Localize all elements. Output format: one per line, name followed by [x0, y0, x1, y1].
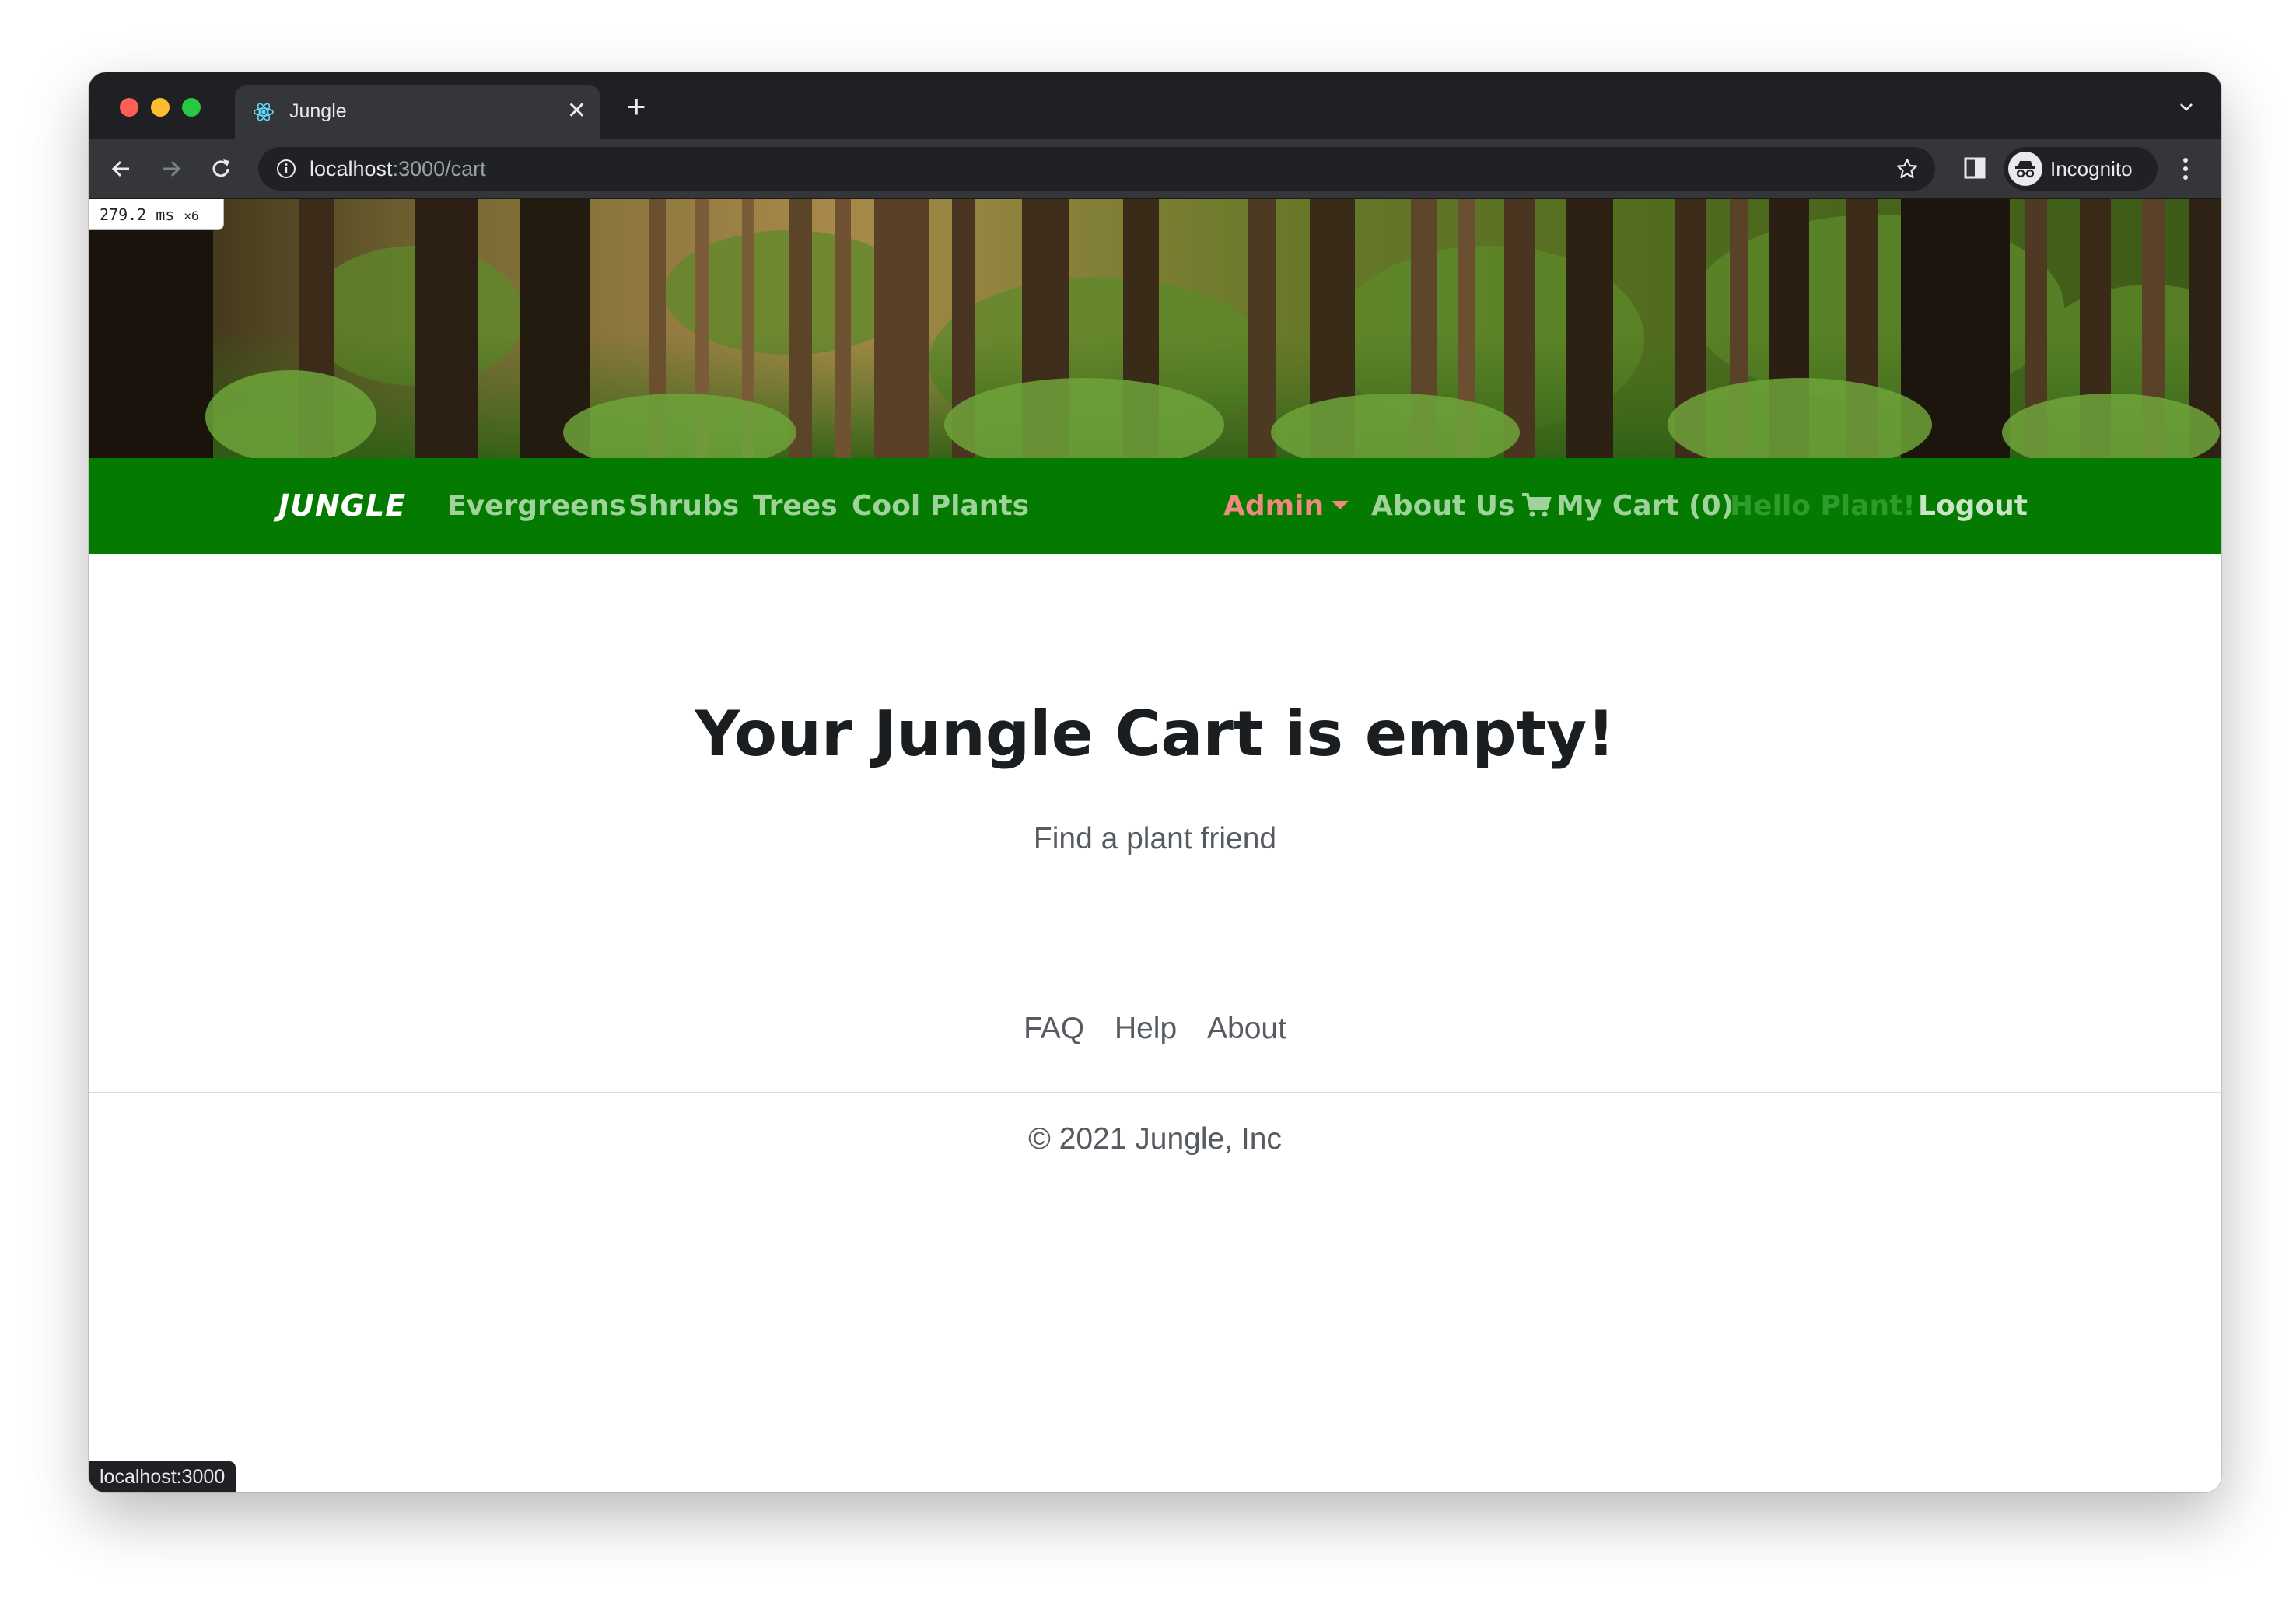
user-greeting: Hello Plant! — [1730, 490, 1916, 522]
reload-icon[interactable] — [207, 155, 235, 183]
url-host: localhost — [310, 157, 393, 180]
incognito-label: Incognito — [2050, 157, 2133, 180]
nav-link-trees[interactable]: Trees — [753, 489, 838, 523]
footer-divider — [89, 1092, 2221, 1093]
incognito-profile-button[interactable]: Incognito — [2004, 147, 2158, 191]
address-bar[interactable]: localhost:3000/cart — [258, 147, 1935, 191]
admin-dropdown-toggle[interactable]: Admin — [1223, 489, 1349, 523]
chevron-down-icon[interactable] — [2175, 96, 2198, 119]
timing-value: 279.2 ms — [100, 205, 175, 224]
link-hover-status: localhost:3000 — [89, 1461, 236, 1492]
page-subtitle: Find a plant friend — [1033, 822, 1277, 855]
tab-strip: Jungle ✕ + — [89, 72, 2221, 139]
info-icon[interactable] — [275, 158, 297, 180]
admin-label: Admin — [1223, 490, 1325, 522]
back-arrow-icon[interactable] — [107, 155, 135, 183]
nav-link-evergreens[interactable]: Evergreens — [447, 489, 626, 523]
page-viewport: 279.2 ms ×6 JUNGLE Evergreens Shrubs Tre… — [89, 199, 2221, 1492]
plus-icon[interactable]: + — [627, 89, 646, 124]
close-window-button[interactable] — [120, 98, 138, 117]
maximize-window-button[interactable] — [182, 98, 201, 117]
page-title: Your Jungle Cart is empty! — [695, 698, 1615, 770]
nav-link-shrubs[interactable]: Shrubs — [628, 489, 739, 523]
copyright-text: © 2021 Jungle, Inc — [1028, 1122, 1282, 1156]
main-navbar: JUNGLE Evergreens Shrubs Trees Cool Plan… — [89, 458, 2221, 554]
nav-link-cool-plants[interactable]: Cool Plants — [852, 489, 1029, 523]
forest-banner — [89, 199, 2221, 458]
kebab-menu-icon[interactable] — [2178, 153, 2193, 184]
react-icon — [254, 103, 274, 121]
my-cart-label: My Cart (0) — [1556, 490, 1734, 522]
tab-jungle[interactable]: Jungle ✕ — [235, 85, 600, 139]
brand-logo-link[interactable]: JUNGLE — [278, 488, 406, 523]
side-panel-icon[interactable] — [1962, 155, 1988, 181]
footer-link-help[interactable]: Help — [1115, 1012, 1177, 1045]
nav-link-my-cart[interactable]: My Cart (0) — [1521, 489, 1734, 523]
cart-icon — [1522, 493, 1552, 517]
incognito-icon — [2008, 152, 2042, 186]
browser-toolbar: localhost:3000/cart Incognito — [89, 139, 2221, 199]
forward-arrow-icon[interactable] — [157, 155, 185, 183]
render-timing-badge: 279.2 ms ×6 — [89, 199, 224, 230]
footer-links: FAQ Help About — [89, 1011, 2221, 1047]
minimize-window-button[interactable] — [151, 98, 170, 117]
timing-multiplier: ×6 — [184, 208, 199, 223]
close-icon[interactable]: ✕ — [567, 96, 586, 127]
url-text: localhost:3000/cart — [310, 156, 486, 181]
caret-down-icon — [1332, 500, 1349, 509]
browser-window: Jungle ✕ + localhost:3000/cart Incognito… — [89, 72, 2221, 1492]
footer-link-faq[interactable]: FAQ — [1024, 1012, 1084, 1045]
nav-link-about-us[interactable]: About Us — [1371, 489, 1514, 523]
url-path: :3000/cart — [392, 157, 486, 180]
star-icon[interactable] — [1895, 156, 1920, 181]
tab-title: Jungle — [289, 100, 347, 122]
logout-link[interactable]: Logout — [1918, 489, 2028, 523]
footer-link-about[interactable]: About — [1207, 1012, 1286, 1045]
